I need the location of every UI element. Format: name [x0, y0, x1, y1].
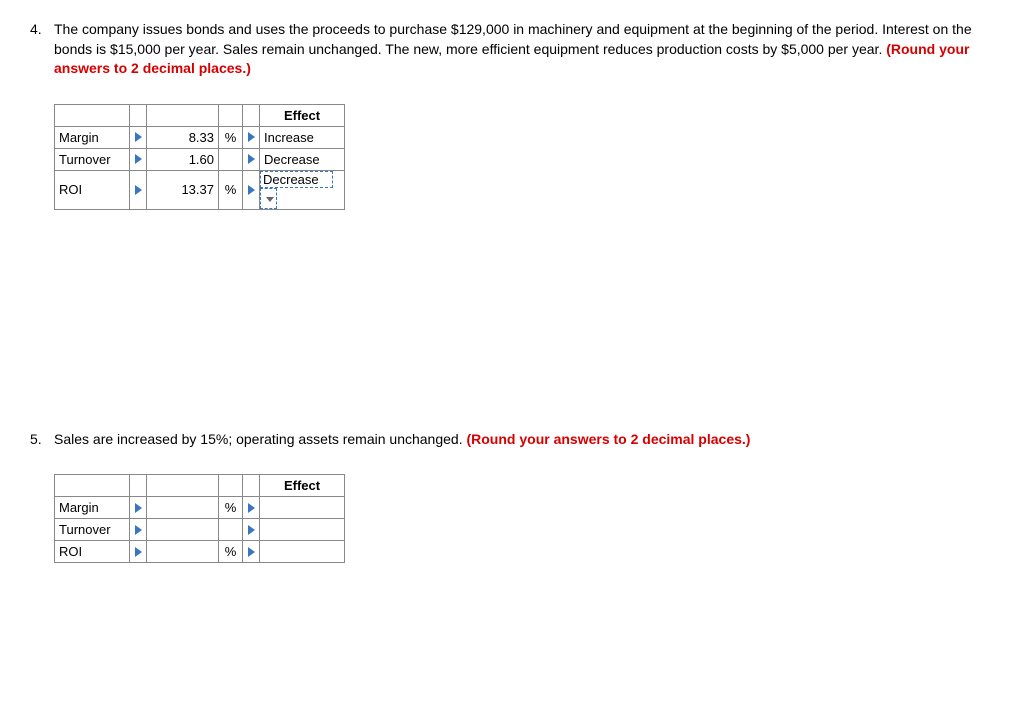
margin-effect[interactable]: Increase: [260, 126, 345, 148]
table-row: Margin 8.33 % Increase: [55, 126, 345, 148]
roi-label: ROI: [55, 170, 130, 209]
answer-table-4: Effect Margin 8.33 % Increase Turnover 1…: [54, 104, 345, 210]
indicator-icon: [248, 185, 255, 195]
question-5-text: 5. Sales are increased by 15%; operating…: [30, 430, 994, 450]
question-4-text: 4. The company issues bonds and uses the…: [30, 20, 994, 79]
roi-effect: Decrease: [263, 172, 319, 187]
indicator-icon: [135, 525, 142, 535]
table-row: ROI 13.37 % Decrease: [55, 170, 345, 209]
roi-effect-5[interactable]: [260, 541, 345, 563]
indicator-cell: [243, 519, 260, 541]
indicator-cell: [130, 126, 147, 148]
turnover-label-5: Turnover: [55, 519, 130, 541]
indicator-icon: [135, 547, 142, 557]
roi-label-5: ROI: [55, 541, 130, 563]
header-blank-ind2: [243, 475, 260, 497]
roi-effect-cell[interactable]: Decrease: [260, 170, 345, 209]
table-row: Turnover 1.60 Decrease: [55, 148, 345, 170]
table-row: Margin %: [55, 497, 345, 519]
indicator-icon: [135, 132, 142, 142]
turnover-effect-5[interactable]: [260, 519, 345, 541]
turnover-value-5[interactable]: [147, 519, 219, 541]
margin-pct-5: %: [219, 497, 243, 519]
indicator-cell: [243, 541, 260, 563]
question-5-body: Sales are increased by 15%; operating as…: [54, 431, 466, 447]
indicator-icon: [135, 154, 142, 164]
indicator-cell: [243, 170, 260, 209]
indicator-icon: [248, 132, 255, 142]
answer-table-5: Effect Margin % Turnover ROI %: [54, 474, 345, 563]
indicator-cell: [243, 126, 260, 148]
header-blank-label: [55, 104, 130, 126]
margin-value-5[interactable]: [147, 497, 219, 519]
question-5: 5. Sales are increased by 15%; operating…: [30, 430, 994, 564]
header-blank-ind2: [243, 104, 260, 126]
header-blank-pct: [219, 104, 243, 126]
roi-value-5[interactable]: [147, 541, 219, 563]
question-5-note: (Round your answers to 2 decimal places.…: [466, 431, 750, 447]
turnover-pct-5: [219, 519, 243, 541]
indicator-icon: [248, 503, 255, 513]
header-blank-ind: [130, 104, 147, 126]
margin-effect-5[interactable]: [260, 497, 345, 519]
indicator-icon: [135, 185, 142, 195]
chevron-down-icon[interactable]: [266, 197, 274, 202]
indicator-cell: [130, 497, 147, 519]
turnover-label: Turnover: [55, 148, 130, 170]
indicator-icon: [248, 525, 255, 535]
effect-header: Effect: [260, 104, 345, 126]
turnover-pct: [219, 148, 243, 170]
roi-pct-5: %: [219, 541, 243, 563]
roi-value[interactable]: 13.37: [147, 170, 219, 209]
question-4-body: The company issues bonds and uses the pr…: [54, 21, 972, 57]
table-row: ROI %: [55, 541, 345, 563]
effect-header-5: Effect: [260, 475, 345, 497]
header-blank-value: [147, 104, 219, 126]
header-blank-label: [55, 475, 130, 497]
indicator-icon: [135, 503, 142, 513]
indicator-cell: [130, 170, 147, 209]
indicator-cell: [130, 519, 147, 541]
indicator-cell: [243, 497, 260, 519]
indicator-icon: [248, 154, 255, 164]
margin-label: Margin: [55, 126, 130, 148]
table-row: Turnover: [55, 519, 345, 541]
margin-value[interactable]: 8.33: [147, 126, 219, 148]
roi-pct: %: [219, 170, 243, 209]
question-4: 4. The company issues bonds and uses the…: [30, 20, 994, 210]
indicator-cell: [130, 541, 147, 563]
indicator-cell: [243, 148, 260, 170]
turnover-effect[interactable]: Decrease: [260, 148, 345, 170]
header-blank-ind: [130, 475, 147, 497]
margin-label-5: Margin: [55, 497, 130, 519]
question-4-number: 4.: [30, 20, 42, 40]
header-blank-value: [147, 475, 219, 497]
indicator-icon: [248, 547, 255, 557]
margin-pct: %: [219, 126, 243, 148]
indicator-cell: [130, 148, 147, 170]
turnover-value[interactable]: 1.60: [147, 148, 219, 170]
question-5-number: 5.: [30, 430, 42, 450]
header-blank-pct: [219, 475, 243, 497]
